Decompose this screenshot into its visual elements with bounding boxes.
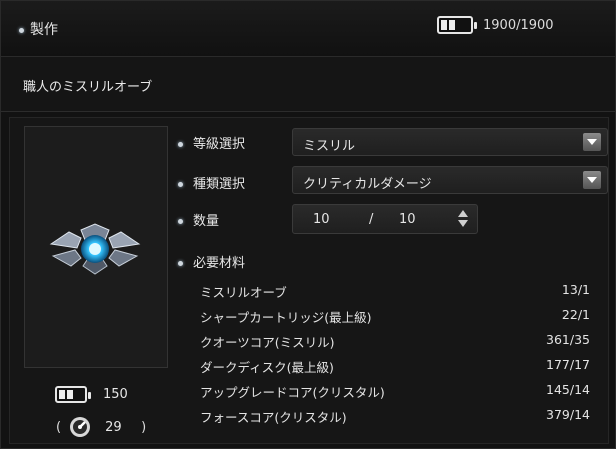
energy-cost: 150 [55,386,128,403]
gauge-stat: ( 29 ) [56,416,146,438]
material-row: シャープカートリッジ(最上級) 22/1 [200,307,596,332]
material-name: ダークディスク(最上級) [200,360,334,375]
materials-list: ミスリルオーブ 13/1 シャープカートリッジ(最上級) 22/1 クオーツコア… [200,282,596,432]
dropdown-arrow-icon[interactable] [583,133,601,151]
orb-icon [49,223,141,275]
material-count: 13/1 [561,282,590,297]
energy-cost-value: 150 [103,387,128,402]
window-title-text: 製作 [30,22,58,38]
material-count: 379/14 [546,407,590,422]
material-count: 145/14 [546,382,590,397]
item-name-bar: 職人のミスリルオーブ [1,57,615,112]
bullet-icon [19,27,24,33]
material-row: ダークディスク(最上級) 177/17 [200,357,596,382]
bullet-icon [178,261,183,266]
paren-open: ( [56,419,62,435]
quantity-max: 10 [399,212,416,227]
quantity-stepper[interactable]: 10 / 10 [292,204,478,234]
grade-select[interactable]: ミスリル [292,128,608,156]
title-bar: 製作 1900/1900 [1,1,615,57]
material-name: シャープカートリッジ(最上級) [200,310,372,325]
quantity-current[interactable]: 10 [313,212,330,227]
material-row: フォースコア(クリスタル) 379/14 [200,407,596,432]
material-count: 177/17 [546,357,590,372]
quantity-label: 数量 [178,210,219,229]
material-row: ミスリルオーブ 13/1 [200,282,596,307]
spinner-icon[interactable] [457,210,469,228]
material-name: フォースコア(クリスタル) [200,410,347,425]
dropdown-arrow-icon[interactable] [583,171,601,189]
spinner-up-icon[interactable] [458,210,468,217]
grade-label: 等級選択 [178,133,245,152]
energy-value: 1900/1900 [483,17,554,33]
quantity-separator: / [369,212,374,227]
crafting-panel: 150 ( 29 ) 等級選択 ミスリル 種類選択 クリティカルダメージ 数量 … [9,117,609,444]
type-label: 種類選択 [178,173,245,192]
bullet-icon [178,142,183,147]
material-name: アップグレードコア(クリスタル) [200,385,385,400]
item-name: 職人のミスリルオーブ [23,80,153,95]
battery-icon [437,16,477,34]
material-name: クオーツコア(ミスリル) [200,335,335,350]
material-count: 22/1 [561,307,590,322]
material-row: アップグレードコア(クリスタル) 145/14 [200,382,596,407]
material-name: ミスリルオーブ [200,285,287,300]
gauge-value: 29 [105,419,122,435]
bullet-icon [178,219,183,224]
gauge-icon [70,417,91,437]
item-preview [24,126,168,368]
materials-label: 必要材料 [178,252,245,271]
material-count: 361/35 [546,332,590,347]
bullet-icon [178,182,183,187]
type-select-value: クリティカルダメージ [303,177,432,192]
paren-close: ) [141,419,147,435]
crafting-window: 製作 1900/1900 職人のミスリルオーブ 150 (29) 等級選択 … [0,0,616,449]
grade-select-value: ミスリル [303,139,356,154]
battery-icon [55,386,91,403]
spinner-down-icon[interactable] [458,220,468,227]
window-title: 製作 [19,19,58,39]
energy-display: 1900/1900 [437,16,554,34]
material-row: クオーツコア(ミスリル) 361/35 [200,332,596,357]
type-select[interactable]: クリティカルダメージ [292,166,608,194]
